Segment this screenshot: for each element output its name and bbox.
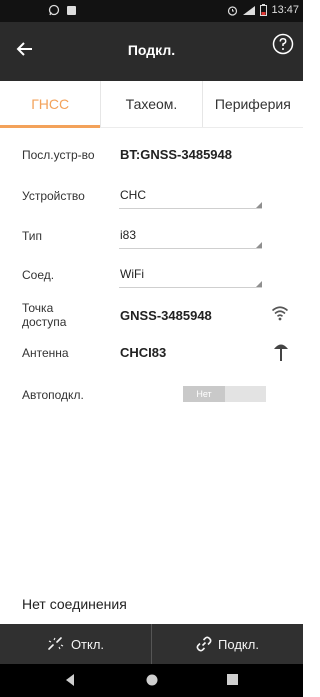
bottom-action-bar: Откл. Подкл. [0, 624, 303, 664]
connection-status: Нет соединения [22, 596, 127, 612]
connect-button[interactable]: Подкл. [152, 624, 303, 664]
connect-label: Подкл. [218, 636, 259, 652]
disconnect-button[interactable]: Откл. [0, 624, 152, 664]
status-bar: 13:47 [0, 0, 303, 22]
tab-total-station[interactable]: Тахеом. [101, 81, 203, 127]
whatsapp-icon [48, 4, 60, 16]
notification-square-icon [67, 5, 76, 15]
nav-home-icon[interactable] [146, 674, 158, 686]
link-icon [196, 636, 212, 652]
device-seq-value: BT:GNSS-3485948 [120, 147, 232, 162]
type-label: Тип [22, 229, 43, 243]
nav-back-icon[interactable] [65, 674, 75, 686]
disconnect-label: Откл. [70, 636, 105, 652]
tab-gnss[interactable]: ГНСС [0, 81, 102, 128]
device-value: CHC [120, 188, 146, 202]
system-nav-bar [0, 664, 303, 697]
page-title: Подкл. [127, 42, 176, 58]
type-value: i83 [120, 228, 137, 242]
autoconnect-label: Автоподкл. [22, 388, 84, 402]
access-point-row[interactable]: Точка доступа GNSS-3485948 [0, 299, 303, 331]
alarm-icon [228, 5, 238, 16]
tab-peripherals[interactable]: Периферия [203, 81, 303, 127]
device-seq-row: Посл.устр-во BT:GNSS-3485948 [0, 145, 303, 165]
autoconnect-row: Автоподкл. Нет [0, 383, 303, 407]
autoconnect-toggle-value: Нет [183, 386, 225, 402]
type-dropdown[interactable]: Тип i83 [0, 225, 303, 255]
device-label: Устройство [22, 189, 85, 203]
device-seq-label: Посл.устр-во [22, 148, 95, 162]
dropdown-underline [119, 208, 262, 209]
access-point-label: Точка доступа [22, 301, 67, 329]
unlink-icon [48, 637, 64, 650]
autoconnect-toggle[interactable]: Нет [183, 386, 266, 402]
connection-dropdown[interactable]: Соед. WiFi [0, 264, 303, 294]
battery-low-icon [260, 4, 268, 16]
connection-value: WiFi [120, 267, 144, 281]
antenna-label: Антенна [22, 346, 69, 360]
dropdown-underline [119, 248, 262, 249]
tab-bar: ГНСС Тахеом. Периферия [0, 81, 303, 128]
status-time: 13:47 [271, 4, 299, 16]
help-circle-icon[interactable] [271, 32, 295, 56]
antenna-icon[interactable] [273, 342, 289, 362]
dropdown-underline [119, 287, 262, 288]
access-point-value: GNSS-3485948 [120, 308, 212, 323]
signal-icon [243, 5, 256, 15]
antenna-row[interactable]: Антенна CHCI83 [0, 342, 303, 364]
antenna-value: CHCI83 [120, 345, 167, 360]
app-bar: Подкл. [0, 22, 303, 81]
device-dropdown[interactable]: Устройство CHC [0, 185, 303, 215]
connection-label: Соед. [22, 268, 55, 282]
nav-recents-icon[interactable] [227, 674, 238, 685]
wifi-icon[interactable] [271, 305, 289, 321]
